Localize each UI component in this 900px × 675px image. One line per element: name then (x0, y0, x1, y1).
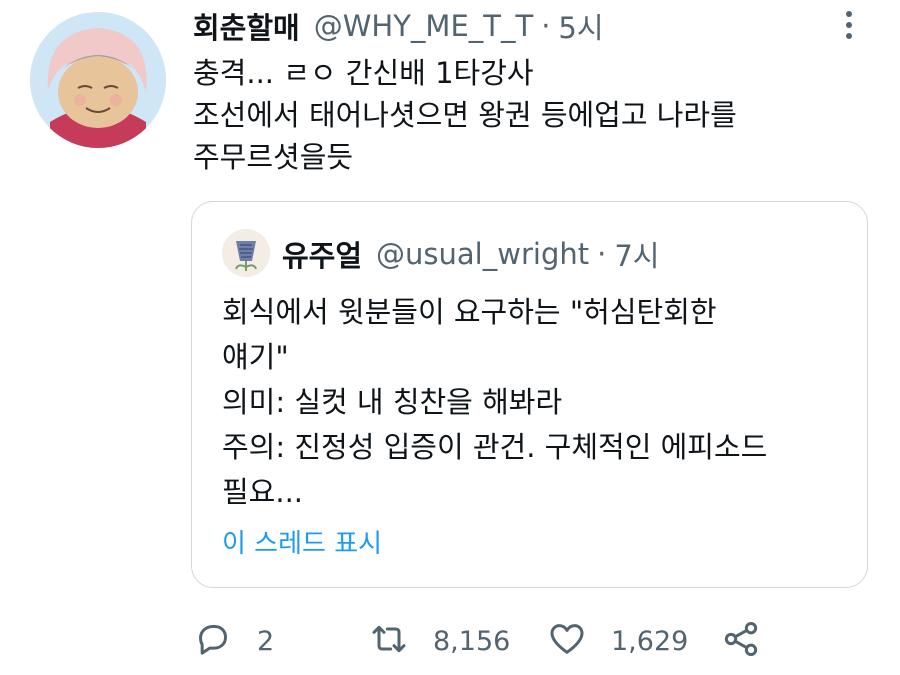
like-count: 1,629 (611, 625, 689, 657)
tweet-line: 충격... ㄹㅇ 간신배 1타강사 (193, 56, 534, 90)
quoted-line: 의미: 실컷 내 칭찬을 해봐라 (222, 385, 563, 419)
quoted-line: 주의: 진정성 입증이 관건. 구체적인 에피소드 (222, 430, 768, 464)
tweet-header: 회춘할매 @WHY_ME_T_T · 5시 (193, 6, 604, 46)
author-name[interactable]: 회춘할매 (193, 5, 300, 47)
quoted-author-handle[interactable]: @usual_wright (376, 237, 589, 271)
quoted-line: 얘기" (222, 340, 289, 374)
like-button[interactable]: 1,629 (547, 617, 688, 665)
tweet-line: 주무르셧을듯 (193, 140, 354, 174)
quoted-tweet[interactable]: 유주얼 @usual_wright · 7시 회식에서 윗분들이 요구하는 "허… (191, 201, 868, 588)
author-avatar[interactable] (30, 12, 166, 148)
quoted-author-avatar[interactable] (222, 229, 270, 277)
retweet-button[interactable]: 8,156 (369, 617, 510, 665)
quoted-tweet-header: 유주얼 @usual_wright · 7시 (282, 232, 659, 276)
author-handle[interactable]: @WHY_ME_T_T (314, 9, 533, 43)
quoted-tweet-time[interactable]: 7시 (614, 233, 659, 275)
retweet-count: 8,156 (433, 625, 511, 657)
retweet-icon (369, 619, 409, 663)
more-icon[interactable] (834, 8, 864, 42)
separator-dot: · (541, 9, 551, 43)
tweet-line: 조선에서 태어나셧으면 왕권 등에업고 나라를 (193, 98, 737, 132)
quoted-line: 회식에서 윗분들이 요구하는 "허심탄회한 (222, 295, 717, 329)
share-button[interactable] (721, 617, 761, 665)
quoted-line: 필요... (222, 475, 304, 509)
tweet-time[interactable]: 5시 (558, 5, 603, 47)
like-icon (547, 619, 587, 663)
show-thread-link[interactable]: 이 스레드 표시 (222, 523, 382, 560)
quoted-tweet-text: 회식에서 윗분들이 요구하는 "허심탄회한 얘기" 의미: 실컷 내 칭찬을 해… (222, 290, 852, 515)
reply-button[interactable]: 2 (193, 617, 274, 665)
tweet-text: 충격... ㄹㅇ 간신배 1타강사 조선에서 태어나셧으면 왕권 등에업고 나라… (193, 52, 873, 178)
reply-count: 2 (257, 625, 275, 657)
separator-dot: · (597, 237, 607, 271)
quoted-author-name[interactable]: 유주얼 (282, 233, 362, 275)
reply-icon (193, 619, 233, 663)
action-bar: 2 8,156 1,629 (193, 617, 873, 665)
share-icon (721, 619, 761, 663)
